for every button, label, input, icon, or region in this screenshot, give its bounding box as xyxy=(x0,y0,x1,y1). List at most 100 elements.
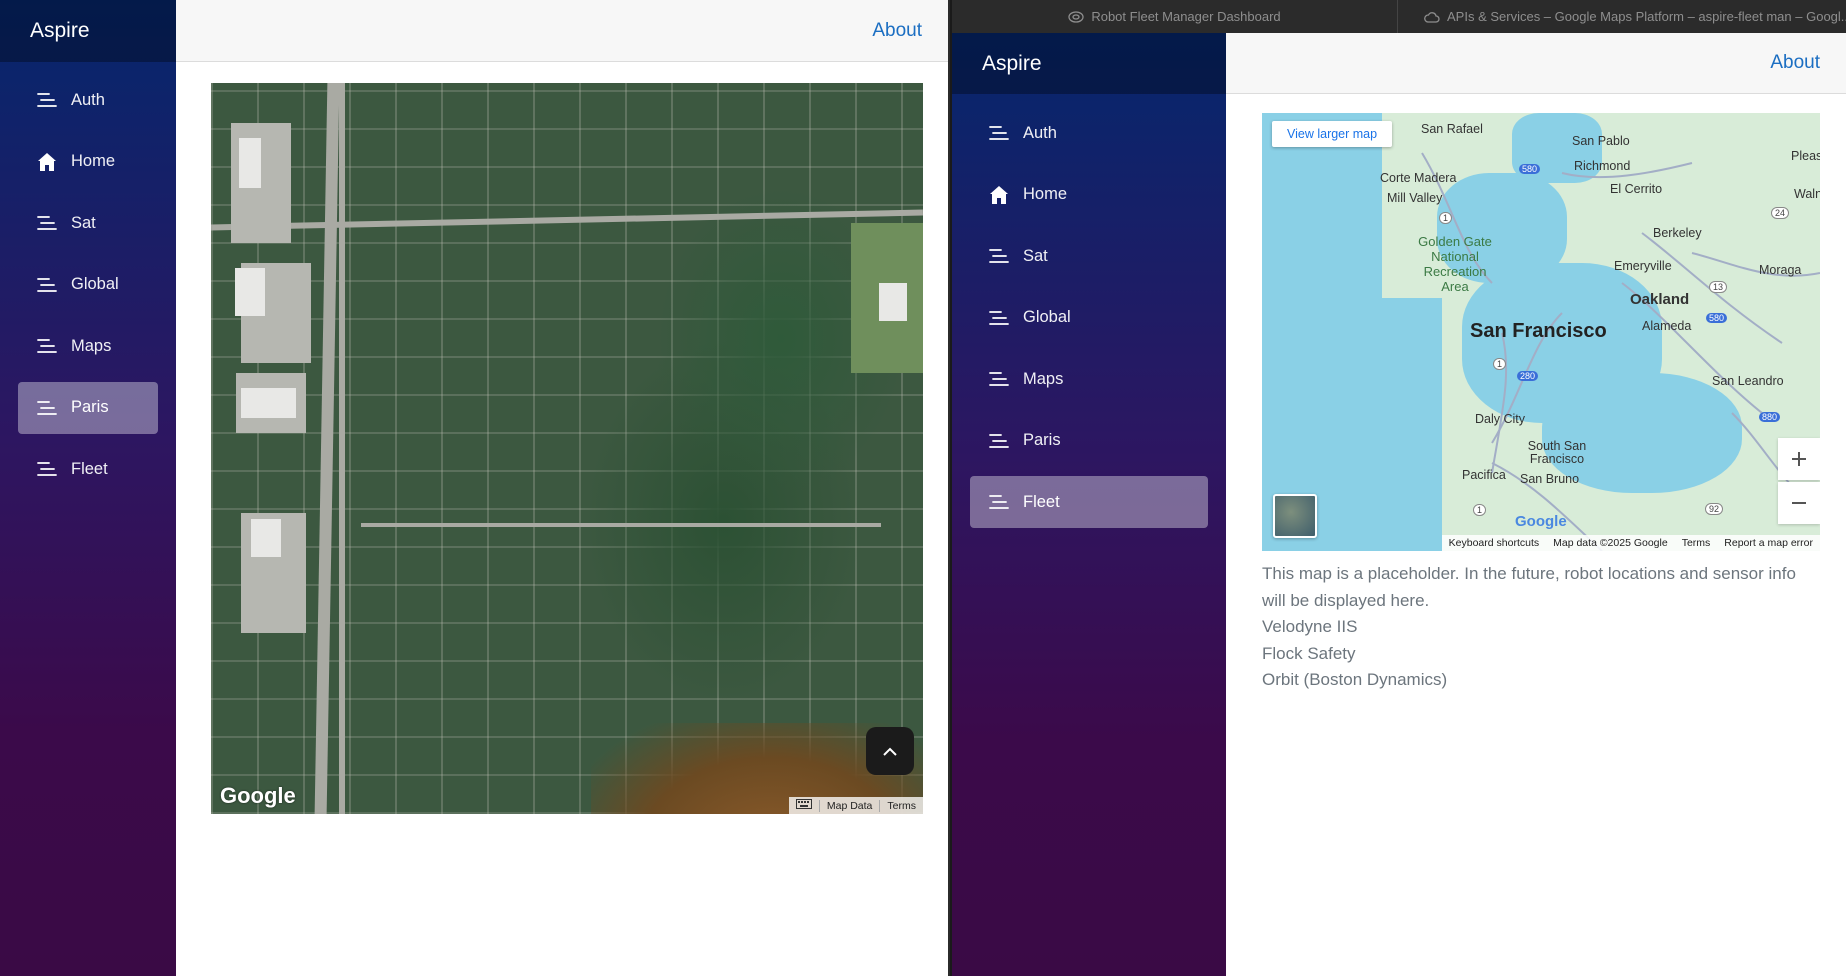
building-roof xyxy=(235,268,265,316)
minus-icon xyxy=(1792,502,1806,504)
menu-lines-icon xyxy=(34,336,60,356)
brand-title[interactable]: Aspire xyxy=(0,0,176,62)
view-larger-map-button[interactable]: View larger map xyxy=(1272,121,1393,147)
terms-link[interactable]: Terms xyxy=(1675,537,1718,549)
menu-lines-icon xyxy=(986,123,1012,143)
sidebar-item-label: Fleet xyxy=(1023,492,1060,511)
map-attribution: Keyboard shortcuts Map data ©2025 Google… xyxy=(1441,535,1820,551)
place-label: Pacifica xyxy=(1462,468,1506,482)
place-label: Daly City xyxy=(1475,412,1526,426)
sidebar-item-label: Auth xyxy=(71,90,105,109)
highway-shield: 1 xyxy=(1493,358,1507,370)
place-label: El Cerrito xyxy=(1610,182,1663,196)
top-bar: About xyxy=(1226,33,1846,94)
highway-shield: 1 xyxy=(1439,212,1453,224)
report-map-error-link[interactable]: Report a map error xyxy=(1717,537,1820,549)
zoom-in-button[interactable] xyxy=(1778,438,1820,480)
sensor-item: Velodyne IIS xyxy=(1262,617,1358,636)
sidebar-item-home[interactable]: Home xyxy=(970,169,1208,221)
place-label: Moraga xyxy=(1759,263,1802,277)
tab-title: APIs & Services – Google Maps Platform –… xyxy=(1447,9,1846,24)
highway-shield: 13 xyxy=(1709,281,1728,293)
highway-shield: 24 xyxy=(1771,207,1790,219)
sidebar-item-label: Paris xyxy=(71,398,109,416)
map-road xyxy=(361,523,881,527)
highway-shield: 580 xyxy=(1706,313,1728,323)
sidebar-item-auth[interactable]: Auth xyxy=(18,74,158,126)
keyboard-icon[interactable] xyxy=(789,799,819,812)
map-data-text: Map data ©2025 Google xyxy=(1553,537,1668,549)
sidebar-item-maps[interactable]: Maps xyxy=(970,353,1208,405)
sidebar-item-label: Home xyxy=(1023,185,1068,203)
top-bar: About xyxy=(176,0,948,62)
sidebar: Aspire Auth Home Sat Global Maps Paris F… xyxy=(952,33,1226,976)
sidebar-item-sat[interactable]: Sat xyxy=(18,197,158,249)
scroll-up-button[interactable] xyxy=(866,727,914,775)
satellite-map[interactable]: Google Map Data Terms xyxy=(211,83,923,814)
map-data-link[interactable]: Map Data xyxy=(818,799,880,812)
left-browser-window: Aspire Auth Home Sat Global Maps Paris F… xyxy=(0,0,950,976)
home-icon xyxy=(986,185,1012,205)
menu-lines-icon xyxy=(34,90,60,110)
sidebar-item-global[interactable]: Global xyxy=(18,259,158,311)
place-label: South San Francisco xyxy=(1527,439,1587,466)
place-label: San Leandro xyxy=(1712,374,1784,388)
highway-shield: 880 xyxy=(1759,412,1781,422)
building-roof xyxy=(241,388,296,418)
sidebar-item-label: Auth xyxy=(1023,123,1057,142)
menu-lines-icon xyxy=(34,398,60,418)
place-label: Alameda xyxy=(1642,319,1692,333)
map-road xyxy=(339,83,345,814)
building-roof xyxy=(239,138,261,188)
embedded-road-map[interactable]: Golden Gate National Recreation Area San… xyxy=(1262,113,1820,551)
menu-lines-icon xyxy=(34,459,60,479)
sidebar-nav: Auth Home Sat Global Maps Paris Fleet xyxy=(952,94,1226,528)
sidebar-item-home[interactable]: Home xyxy=(18,136,158,188)
map-attribution: Map Data Terms xyxy=(788,797,923,814)
sidebar-item-paris[interactable]: Paris xyxy=(970,415,1208,467)
sidebar: Aspire Auth Home Sat Global Maps Paris F… xyxy=(0,0,176,976)
home-icon xyxy=(34,152,60,172)
sidebar-item-paris[interactable]: Paris xyxy=(18,381,158,434)
sidebar-item-label: Global xyxy=(1023,308,1071,326)
satellite-toggle-thumbnail[interactable] xyxy=(1273,494,1317,538)
about-link[interactable]: About xyxy=(872,20,922,42)
menu-lines-icon xyxy=(986,369,1012,389)
right-browser-window: Robot Fleet Manager Dashboard APIs & Ser… xyxy=(952,0,1846,976)
map-road xyxy=(211,209,923,231)
brand-title[interactable]: Aspire xyxy=(952,33,1226,94)
map-road xyxy=(314,83,340,814)
plus-icon xyxy=(1792,452,1806,466)
sidebar-item-label: Fleet xyxy=(71,459,108,478)
highway-shield: 280 xyxy=(1517,371,1539,381)
sidebar-item-label: Home xyxy=(71,152,116,170)
place-label: Walnu xyxy=(1794,187,1820,201)
building-roof xyxy=(879,283,907,321)
about-link[interactable]: About xyxy=(1770,52,1820,74)
place-label: San Rafael xyxy=(1421,122,1483,136)
cloud-icon xyxy=(1424,11,1440,23)
place-label: Mill Valley xyxy=(1387,191,1443,205)
sidebar-item-sat[interactable]: Sat xyxy=(970,230,1208,282)
zoom-out-button[interactable] xyxy=(1778,482,1820,524)
place-label: San Bruno xyxy=(1520,472,1580,486)
browser-tab[interactable]: Robot Fleet Manager Dashboard xyxy=(952,0,1398,33)
keyboard-shortcuts-link[interactable]: Keyboard shortcuts xyxy=(1442,537,1546,549)
sidebar-item-label: Paris xyxy=(1023,431,1061,449)
browser-tab-strip: Robot Fleet Manager Dashboard APIs & Ser… xyxy=(952,0,1846,33)
place-label: Berkeley xyxy=(1653,226,1702,240)
sidebar-item-label: Maps xyxy=(71,336,112,355)
browser-tab[interactable]: APIs & Services – Google Maps Platform –… xyxy=(1398,0,1846,33)
sidebar-item-label: Maps xyxy=(1023,369,1064,388)
tab-title: Robot Fleet Manager Dashboard xyxy=(1091,9,1281,24)
menu-lines-icon xyxy=(34,275,60,295)
sidebar-item-auth[interactable]: Auth xyxy=(970,107,1208,159)
terms-link[interactable]: Terms xyxy=(879,799,923,812)
google-logo: Google xyxy=(220,783,296,808)
building-roof xyxy=(251,519,281,557)
sidebar-nav: Auth Home Sat Global Maps Paris Fleet xyxy=(0,62,176,495)
sidebar-item-global[interactable]: Global xyxy=(970,292,1208,344)
sidebar-item-maps[interactable]: Maps xyxy=(18,320,158,372)
sidebar-item-fleet[interactable]: Fleet xyxy=(970,476,1208,528)
sidebar-item-fleet[interactable]: Fleet xyxy=(18,443,158,495)
